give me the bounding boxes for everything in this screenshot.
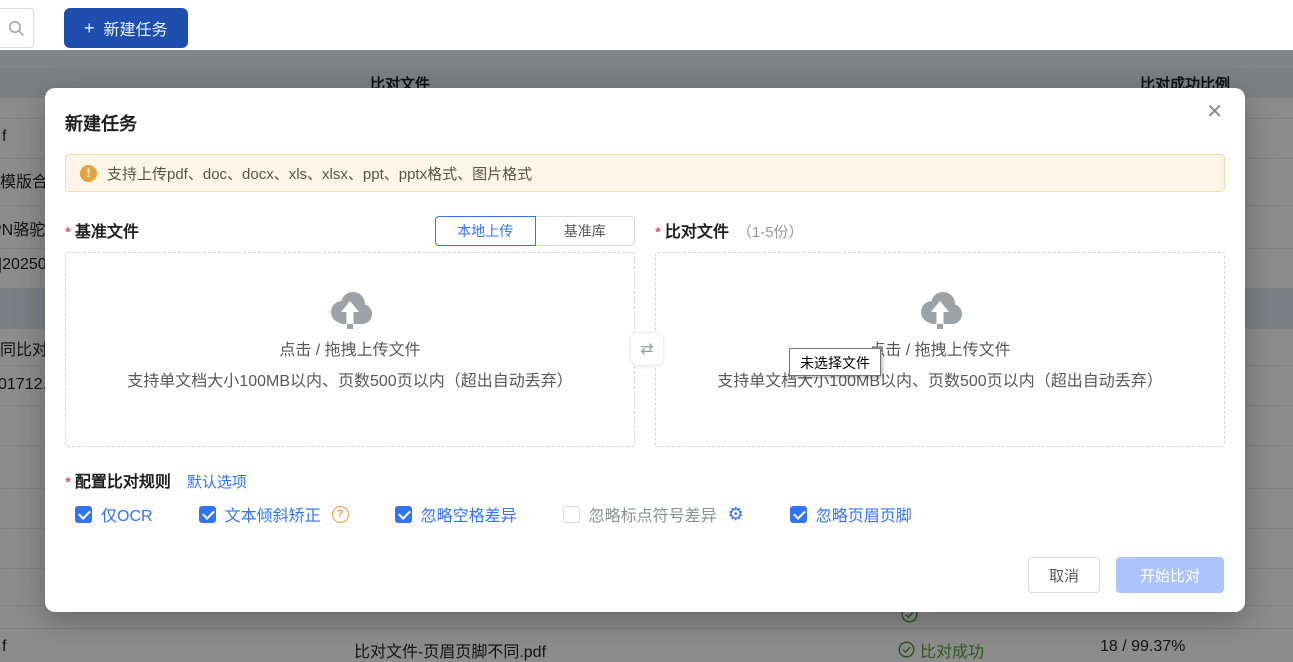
rule-label: 忽略空格差异 xyxy=(421,502,517,526)
toolbar: + 新建任务 xyxy=(0,0,1293,50)
base-file-label: * 基准文件 xyxy=(65,218,139,242)
rules-label: 配置比对规则 xyxy=(75,468,171,492)
help-icon[interactable]: ? xyxy=(332,506,349,523)
rule-checkbox-ocr-only[interactable]: 仅OCR xyxy=(75,502,153,526)
rule-label: 文本倾斜矫正 xyxy=(225,502,321,526)
checkbox xyxy=(790,506,807,523)
required-mark: * xyxy=(655,224,661,241)
rule-checkbox-ignore-punctuation[interactable]: 忽略标点符号差异 ⚙ xyxy=(563,502,744,526)
default-options-link[interactable]: 默认选项 xyxy=(187,471,247,492)
compare-file-count-hint: （1-5份） xyxy=(737,221,804,242)
upload-source-tabs: 本地上传 基准库 xyxy=(435,216,635,246)
search-icon xyxy=(8,20,25,37)
compare-file-label: * 比对文件 （1-5份） xyxy=(655,218,804,242)
required-mark: * xyxy=(65,474,71,491)
search-box[interactable] xyxy=(0,8,34,48)
rule-label: 忽略标点符号差异 xyxy=(589,502,717,526)
warning-icon: ! xyxy=(80,165,97,182)
tab-base-library[interactable]: 基准库 xyxy=(536,216,636,246)
checkbox xyxy=(563,506,580,523)
checkbox xyxy=(199,506,216,523)
upload-cloud-icon xyxy=(917,291,963,329)
start-compare-button[interactable]: 开始比对 xyxy=(1116,557,1224,593)
rule-checkbox-ignore-spaces[interactable]: 忽略空格差异 xyxy=(395,502,517,526)
alert-text: 支持上传pdf、doc、docx、xls、xlsx、ppt、pptx格式、图片格… xyxy=(107,163,532,184)
rule-label: 忽略页眉页脚 xyxy=(816,502,912,526)
new-task-button-label: 新建任务 xyxy=(104,16,168,40)
rule-checkbox-skew-correction[interactable]: 文本倾斜矫正 ? xyxy=(199,502,349,526)
base-file-dropzone[interactable]: 点击 / 拖拽上传文件 支持单文档大小100MB以内、页数500页以内（超出自动… xyxy=(65,252,635,447)
close-icon[interactable]: ✕ xyxy=(1206,102,1223,122)
tab-local-upload[interactable]: 本地上传 xyxy=(435,216,536,246)
dialog-title: 新建任务 xyxy=(65,110,137,136)
dropzone-instruction: 点击 / 拖拽上传文件 xyxy=(279,336,420,360)
base-file-label-text: 基准文件 xyxy=(75,218,139,242)
required-mark: * xyxy=(65,224,71,241)
format-alert: ! 支持上传pdf、doc、docx、xls、xlsx、ppt、pptx格式、图… xyxy=(65,154,1225,192)
cancel-button[interactable]: 取消 xyxy=(1028,557,1100,593)
rules-row: 仅OCR 文本倾斜矫正 ? 忽略空格差异 忽略标点符号差异 ⚙ 忽略页眉页脚 xyxy=(75,502,912,526)
punctuation-settings-icon[interactable]: ⚙ xyxy=(728,505,744,523)
compare-file-dropzone[interactable]: 点击 / 拖拽上传文件 支持单文档大小100MB以内、页数500页以内（超出自动… xyxy=(655,252,1225,447)
rules-header: * 配置比对规则 默认选项 xyxy=(65,468,247,492)
dialog-footer: 取消 开始比对 xyxy=(1028,557,1224,593)
new-task-dialog: 新建任务 ✕ ! 支持上传pdf、doc、docx、xls、xlsx、ppt、p… xyxy=(45,88,1245,612)
dropzone-limits: 支持单文档大小100MB以内、页数500页以内（超出自动丢弃） xyxy=(717,367,1162,391)
dropzone-instruction: 点击 / 拖拽上传文件 xyxy=(869,336,1010,360)
dropzone-limits: 支持单文档大小100MB以内、页数500页以内（超出自动丢弃） xyxy=(127,367,572,391)
new-task-button[interactable]: + 新建任务 xyxy=(64,8,188,48)
no-file-selected-tooltip: 未选择文件 xyxy=(789,348,881,376)
checkbox xyxy=(75,506,92,523)
swap-files-button[interactable]: ⇄ xyxy=(630,332,664,366)
rule-checkbox-ignore-header-footer[interactable]: 忽略页眉页脚 xyxy=(790,502,912,526)
swap-icon: ⇄ xyxy=(640,339,653,359)
upload-cloud-icon xyxy=(327,291,373,329)
checkbox xyxy=(395,506,412,523)
compare-file-label-text: 比对文件 xyxy=(665,218,729,242)
plus-icon: + xyxy=(84,19,95,37)
rule-label: 仅OCR xyxy=(101,502,153,526)
